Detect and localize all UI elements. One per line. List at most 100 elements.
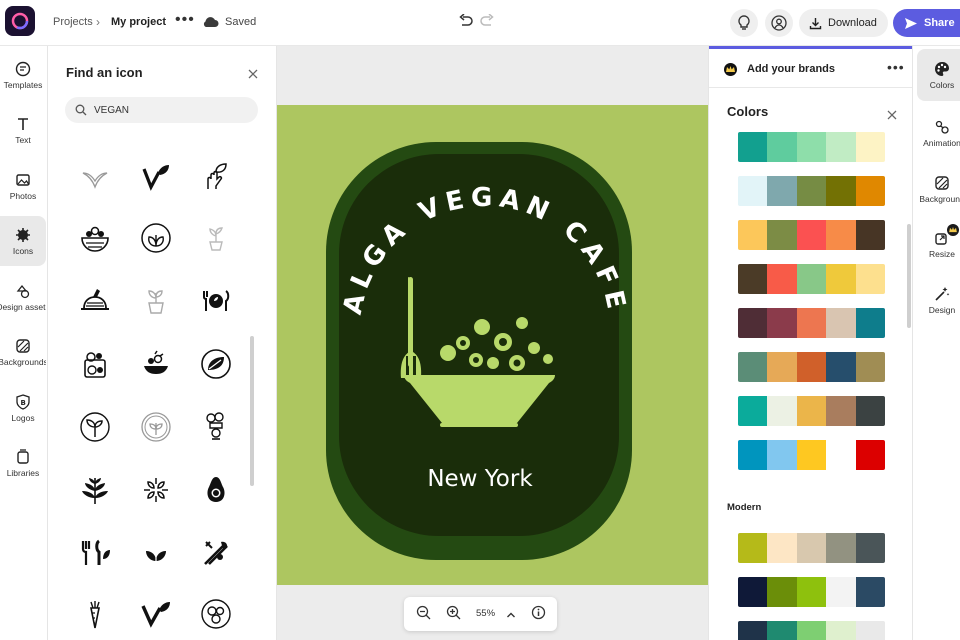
color-swatch[interactable] (767, 176, 797, 206)
adobe-express-logo[interactable] (5, 6, 35, 36)
color-swatch[interactable] (738, 132, 768, 162)
modern-palette-1[interactable] (738, 533, 885, 563)
color-swatch[interactable] (738, 176, 768, 206)
color-swatch[interactable] (796, 440, 827, 470)
color-swatch[interactable] (738, 396, 768, 426)
redo-icon[interactable] (479, 13, 495, 33)
color-swatch[interactable] (767, 220, 797, 250)
wheat-leaf-icon[interactable] (75, 470, 115, 510)
color-swatch[interactable] (796, 533, 827, 563)
sprout-circle-icon[interactable] (75, 407, 115, 447)
vegan-v-leaf-icon[interactable] (136, 157, 176, 197)
fork-knife-leaf-icon[interactable] (75, 533, 115, 573)
color-palette-3[interactable] (738, 220, 885, 250)
sprout-outline-icon[interactable] (75, 157, 115, 197)
color-swatch[interactable] (767, 577, 797, 607)
leaf-round-icon[interactable] (196, 344, 236, 384)
info-icon[interactable] (531, 605, 546, 625)
leaf-circle-icon[interactable] (136, 218, 176, 258)
vegan-v-icon[interactable] (136, 594, 176, 634)
rail-design[interactable]: Design (917, 274, 960, 326)
color-swatch[interactable] (826, 220, 856, 250)
fork-plate-knife-icon[interactable] (196, 281, 236, 321)
carrot-icon[interactable] (75, 594, 115, 634)
color-swatch[interactable] (826, 176, 856, 206)
chef-hat-icon[interactable] (196, 407, 236, 447)
color-swatch[interactable] (855, 308, 885, 338)
color-swatch[interactable] (855, 577, 885, 607)
color-palette-2[interactable] (738, 176, 885, 206)
icon-panel-scrollbar[interactable] (250, 336, 254, 486)
color-swatch[interactable] (796, 396, 827, 426)
color-swatch[interactable] (796, 132, 827, 162)
salad-plate-icon[interactable] (136, 344, 176, 384)
rail-logos[interactable]: B Logos (0, 383, 46, 433)
color-swatch[interactable] (826, 132, 856, 162)
color-swatch[interactable] (767, 533, 797, 563)
colors-panel-scrollbar[interactable] (907, 224, 911, 328)
twin-leaf-icon[interactable] (136, 533, 176, 573)
color-swatch[interactable] (738, 577, 768, 607)
hand-leaf-icon[interactable] (196, 157, 236, 197)
color-palette-4[interactable] (738, 264, 885, 294)
color-swatch[interactable] (767, 132, 797, 162)
rail-animation[interactable]: Animation (917, 107, 960, 159)
close-icon[interactable] (248, 66, 258, 84)
color-swatch[interactable] (855, 132, 885, 162)
color-swatch[interactable] (826, 621, 856, 640)
color-swatch[interactable] (767, 308, 797, 338)
rail-photos[interactable]: Photos (0, 161, 46, 211)
color-swatch[interactable] (826, 352, 856, 382)
modern-palette-3[interactable] (738, 621, 885, 640)
brands-bar[interactable]: Add your brands ••• (709, 46, 913, 88)
lightbulb-button[interactable] (730, 9, 758, 37)
leaf-pattern-icon[interactable] (136, 470, 176, 510)
color-swatch[interactable] (855, 220, 885, 250)
color-swatch[interactable] (855, 533, 885, 563)
rail-text[interactable]: Text (0, 105, 46, 155)
crossed-utensils-icon[interactable] (196, 533, 236, 573)
breadcrumb-projects[interactable]: Projects (53, 16, 93, 28)
color-swatch[interactable] (767, 440, 797, 470)
color-swatch[interactable] (738, 621, 768, 640)
color-swatch[interactable] (855, 176, 885, 206)
color-palette-6[interactable] (738, 352, 885, 382)
color-swatch[interactable] (826, 577, 856, 607)
avocado-icon[interactable] (196, 470, 236, 510)
zoom-in-icon[interactable] (446, 605, 461, 625)
color-swatch[interactable] (738, 533, 768, 563)
color-swatch[interactable] (855, 621, 885, 640)
color-palette-1[interactable] (738, 132, 885, 162)
undo-icon[interactable] (458, 13, 474, 33)
modern-palette-2[interactable] (738, 577, 885, 607)
zoom-level[interactable]: 55% (476, 608, 495, 619)
artboard[interactable]: ALGA VEGAN CAFE New York (277, 105, 708, 585)
chevron-up-icon[interactable] (506, 607, 516, 625)
color-swatch[interactable] (738, 352, 768, 382)
icon-search-box[interactable] (65, 97, 258, 123)
rail-background[interactable]: Background (917, 163, 960, 215)
plant-pot-icon[interactable] (136, 281, 176, 321)
color-swatch[interactable] (796, 621, 827, 640)
color-palette-8[interactable] (738, 440, 885, 470)
color-swatch[interactable] (767, 621, 797, 640)
brands-more-button[interactable]: ••• (887, 59, 905, 75)
color-swatch[interactable] (767, 264, 797, 294)
rail-colors[interactable]: Colors (917, 49, 960, 101)
color-swatch[interactable] (826, 533, 856, 563)
color-swatch[interactable] (796, 176, 827, 206)
rail-resize[interactable]: Resize (917, 218, 960, 270)
color-swatch[interactable] (738, 440, 768, 470)
color-swatch[interactable] (796, 308, 827, 338)
color-swatch[interactable] (738, 308, 768, 338)
color-swatch[interactable] (796, 264, 827, 294)
vegetable-basket-icon[interactable] (75, 281, 115, 321)
color-palette-7[interactable] (738, 396, 885, 426)
close-icon[interactable] (887, 107, 897, 125)
vegetables-circle-icon[interactable] (196, 594, 236, 634)
rail-templates[interactable]: Templates (0, 50, 46, 100)
zoom-out-icon[interactable] (416, 605, 431, 625)
more-options-button[interactable]: ••• (175, 11, 195, 29)
icon-search-input[interactable] (94, 104, 244, 116)
grocery-bag-icon[interactable] (75, 344, 115, 384)
